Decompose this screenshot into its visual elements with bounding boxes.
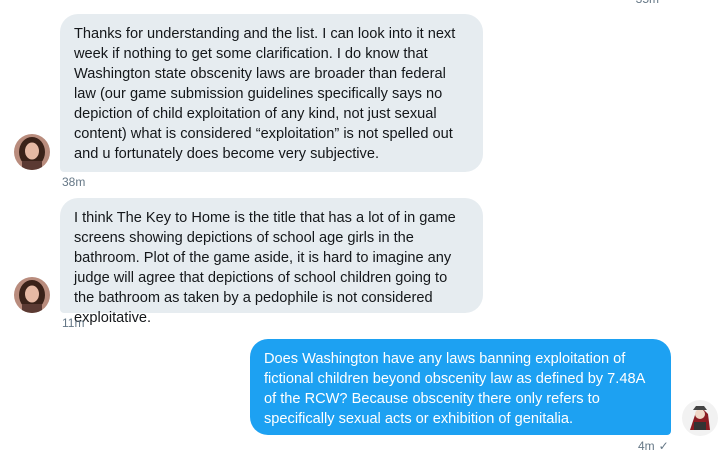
check-icon: ✓: [658, 439, 669, 453]
message-timestamp: 38m: [62, 175, 86, 189]
received-message-bubble[interactable]: I think The Key to Home is the title tha…: [60, 198, 483, 326]
message-timestamp: 4m ✓: [638, 439, 669, 453]
message-timestamp: 35m: [636, 0, 659, 6]
message-text: Thanks for understanding and the list. I…: [74, 26, 456, 162]
message-text: I think The Key to Home is the title tha…: [74, 210, 456, 326]
sender-avatar[interactable]: [14, 277, 50, 313]
message-timestamp: 11m: [62, 316, 85, 330]
message-text: Does Washington have any laws banning ex…: [264, 351, 645, 427]
own-avatar[interactable]: [682, 400, 718, 436]
sent-message-bubble[interactable]: Does Washington have any laws banning ex…: [250, 339, 671, 435]
sender-avatar[interactable]: [14, 134, 50, 170]
timestamp-text: 4m: [638, 439, 655, 453]
received-message-bubble[interactable]: Thanks for understanding and the list. I…: [60, 14, 483, 172]
